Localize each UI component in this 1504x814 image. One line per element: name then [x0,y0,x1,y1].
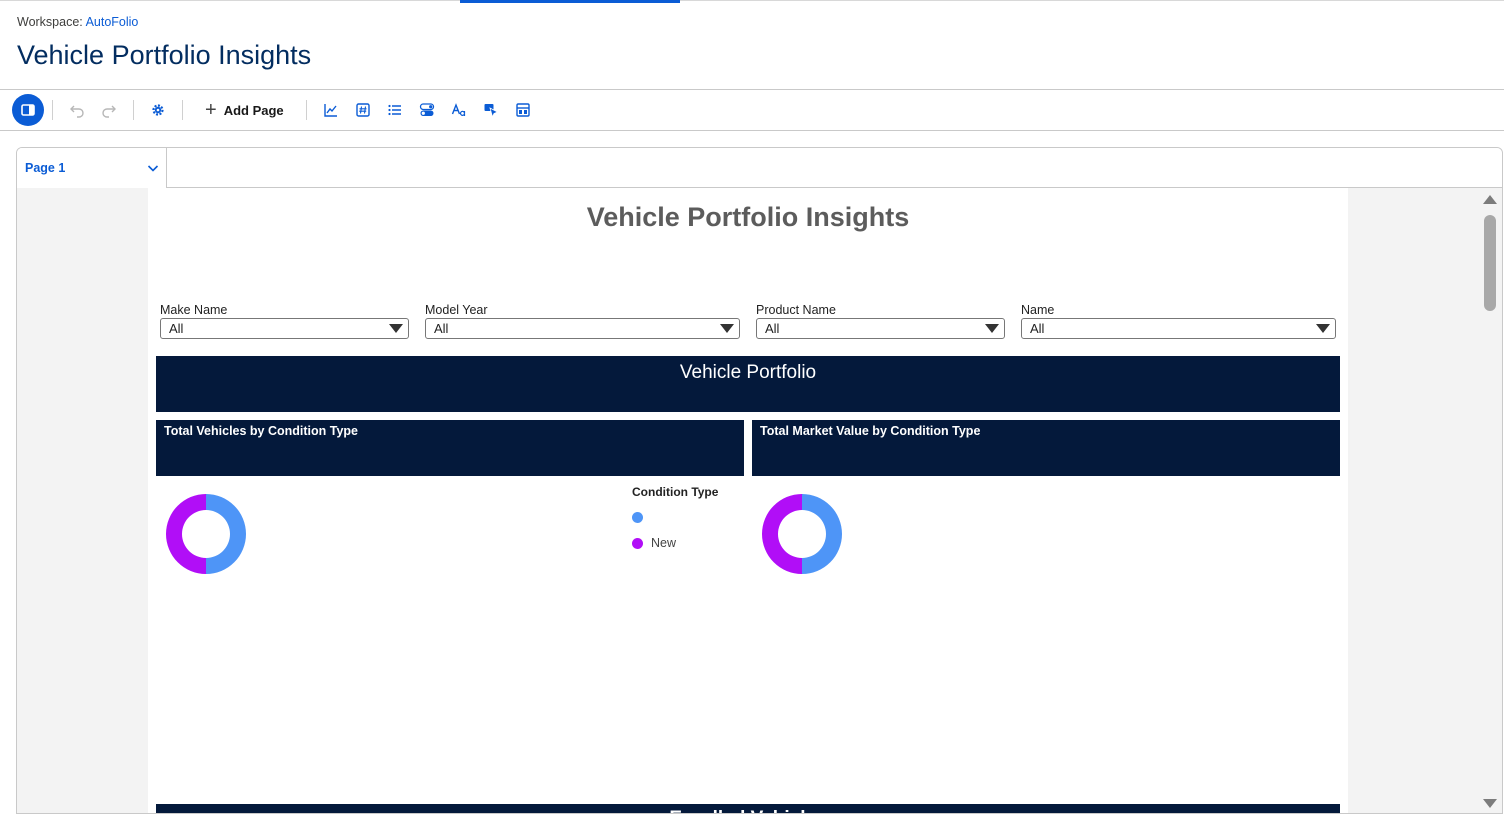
add-chart-button[interactable] [315,94,347,126]
chevron-down-icon[interactable] [146,161,160,175]
panel-icon [21,104,35,116]
card-header-total-market-value: Total Market Value by Condition Type [752,420,1340,476]
workspace-link[interactable]: AutoFolio [86,15,139,29]
filter-label: Make Name [160,303,228,317]
toolbar-separator [52,100,53,120]
toolbar-divider [0,130,1504,131]
redo-button[interactable] [93,94,125,126]
gear-icon [152,104,164,116]
name-select[interactable]: All [1021,318,1336,339]
add-text-button[interactable] [443,94,475,126]
add-page-button[interactable]: + Add Page [191,94,298,126]
dashboard-frame: Page 1 Vehicle Portfolio Insights Make N… [16,147,1503,814]
add-image-button[interactable] [475,94,507,126]
dashboard-canvas: Vehicle Portfolio Insights Make Name All… [148,188,1348,813]
legend-item-new[interactable]: New [632,535,718,551]
page-title: Vehicle Portfolio Insights [17,40,312,70]
tab-label: Page 1 [25,161,66,175]
filter-label: Model Year [425,303,488,317]
add-toggle-button[interactable] [411,94,443,126]
header-divider [0,89,1504,90]
settings-button[interactable] [142,94,174,126]
line-chart-icon [323,104,337,117]
scroll-thumb[interactable] [1484,215,1496,311]
legend-dot-icon [632,537,643,549]
scroll-down-arrow-icon[interactable] [1483,799,1497,808]
product-name-select[interactable]: All [756,318,1005,339]
container-icon [515,103,530,117]
page-tab-bar: Page 1 [17,148,1502,188]
donut-slice-new[interactable] [166,494,206,574]
legend-dot-icon [632,511,643,523]
toolbar: + Add Page [12,94,539,126]
add-page-label: Add Page [223,102,284,118]
filter-label: Name [1021,303,1055,317]
toolbar-separator [182,100,183,120]
add-metric-button[interactable] [347,94,379,126]
filter-make-name: Make Name All [160,303,409,339]
workspace-label: Workspace: [17,15,83,29]
scroll-up-arrow-icon[interactable] [1483,195,1497,204]
model-year-select[interactable]: All [425,318,740,339]
text-icon [451,103,465,116]
add-container-button[interactable] [507,94,539,126]
make-name-select[interactable]: All [160,318,409,339]
list-icon [388,104,401,116]
undo-button[interactable] [61,94,93,126]
chart-legend: Condition Type New [632,485,718,561]
filter-name: Name All [1021,303,1336,339]
select-value: All [765,321,780,336]
vertical-scrollbar[interactable] [1480,188,1500,813]
donut-slice-new[interactable] [762,494,802,574]
card-header-total-vehicles: Total Vehicles by Condition Type [156,420,744,476]
donut-chart-total-vehicles[interactable] [164,492,248,576]
redo-icon [102,105,116,118]
dropdown-arrow-icon [985,324,999,333]
workspace-line: Workspace: AutoFolio [17,15,138,29]
dropdown-arrow-icon [389,324,403,333]
add-list-button[interactable] [379,94,411,126]
select-value: All [169,321,184,336]
toggle-panel-button[interactable] [12,94,44,126]
toolbar-separator [305,100,307,120]
top-border [0,0,1504,1]
dropdown-arrow-icon [1316,324,1330,333]
toolbar-separator [133,100,134,120]
select-value: All [1030,321,1045,336]
filter-product-name: Product Name All [756,303,1005,339]
plus-icon: + [205,99,217,121]
select-value: All [434,321,449,336]
donut-slice-blank[interactable] [802,494,842,574]
legend-label: New [651,536,677,550]
donut-slice-blank[interactable] [206,494,246,574]
bottom-section-banner: Enrolled Vehicles [156,804,1340,813]
legend-title: Condition Type [632,485,719,499]
filter-label: Product Name [756,303,836,317]
metric-icon [355,103,370,117]
toggle-icon [419,103,434,116]
dashboard-title: Vehicle Portfolio Insights [586,202,910,232]
active-nav-indicator [460,0,680,3]
dropdown-arrow-icon [720,324,734,333]
filter-model-year: Model Year All [425,303,740,339]
section-banner: Vehicle Portfolio [156,356,1340,412]
undo-icon [70,105,84,118]
image-widget-icon [484,104,499,118]
donut-chart-total-market-value[interactable] [760,492,844,576]
tab-page-1[interactable]: Page 1 [17,148,167,188]
legend-item-blank[interactable] [632,509,718,525]
